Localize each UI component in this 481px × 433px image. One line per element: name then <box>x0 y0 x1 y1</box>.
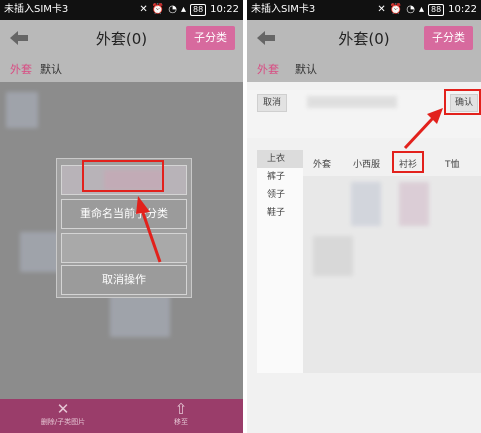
annotation-arrow <box>136 196 162 263</box>
annotation-arrow <box>403 108 443 150</box>
left-phone-screen: 未插入SIM卡3 ✕ ⏰ ◔ ▴ 88 10:22 外套(0) 子分类 外套 默… <box>0 0 243 433</box>
right-phone-screen: 未插入SIM卡3 ✕ ⏰ ◔ ▴ 88 10:22 外套(0) 子分类 外套 默… <box>247 0 481 433</box>
delete-label: 删除/子类图片 <box>40 418 86 426</box>
move-action[interactable]: ⇧ 移至 <box>136 401 226 427</box>
upload-icon: ⇧ <box>174 400 188 418</box>
delete-action[interactable]: ✕ 删除/子类图片 <box>18 401 108 427</box>
close-icon: ✕ <box>56 400 70 418</box>
move-label: 移至 <box>174 418 188 426</box>
bottom-action-bar: ✕ 删除/子类图片 ⇧ 移至 <box>0 399 243 433</box>
